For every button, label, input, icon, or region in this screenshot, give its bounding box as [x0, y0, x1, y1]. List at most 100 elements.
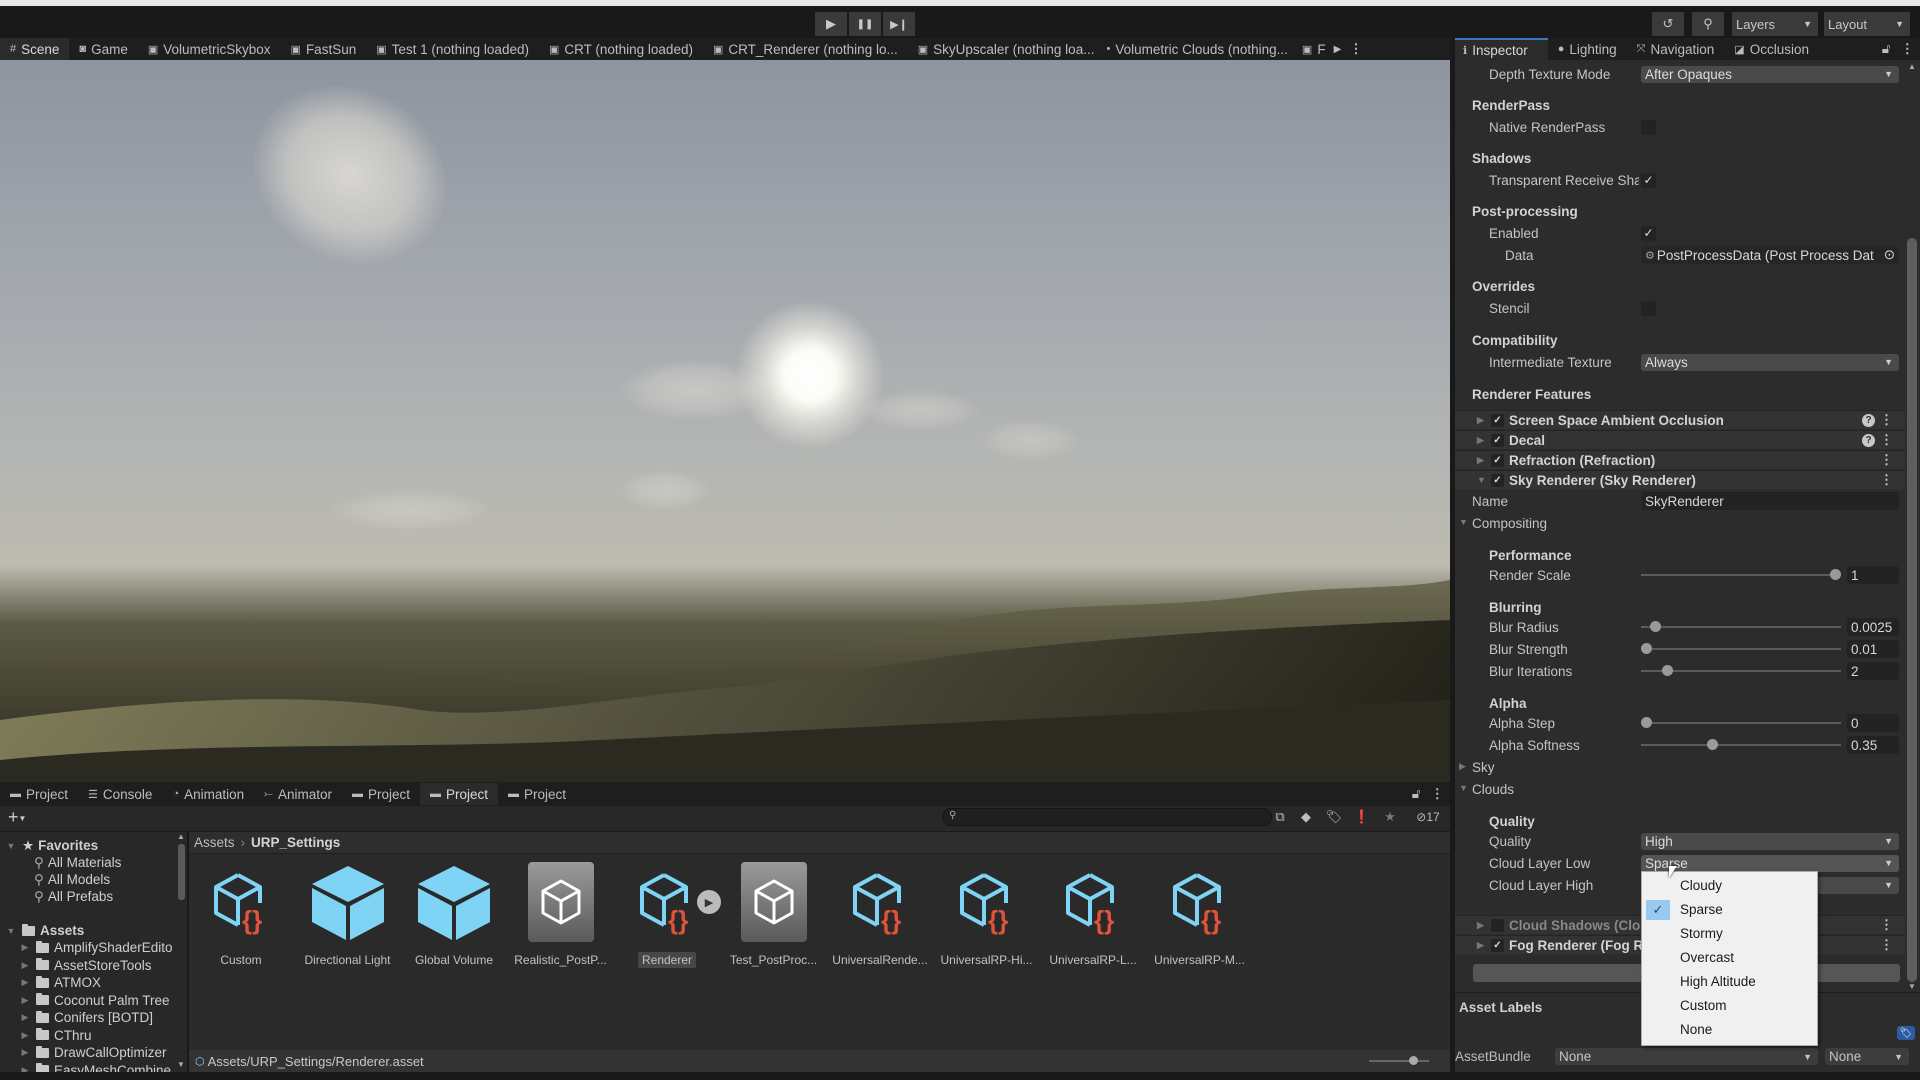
step-button[interactable]: ▶❙ [883, 12, 915, 36]
scroll-up-icon[interactable]: ▲ [1908, 62, 1916, 71]
warning-filter-icon[interactable]: ❗ [1350, 808, 1374, 826]
inspector-menu-button[interactable]: ⋮ [1895, 38, 1920, 60]
expand-caret-icon[interactable]: ▶ [18, 960, 32, 971]
asset-item[interactable]: {} UniversalRP-M... [1148, 862, 1252, 968]
feature-checkbox[interactable]: ✓ [1491, 453, 1504, 467]
clouds-foldout[interactable]: Clouds [1472, 782, 1514, 797]
asset-item[interactable]: {} Custom [189, 862, 293, 968]
native-renderpass-checkbox[interactable] [1641, 119, 1656, 135]
feature-checkbox[interactable]: ✓ [1491, 473, 1504, 487]
favorites-node[interactable]: ▼ ★ Favorites [4, 837, 99, 854]
option-cloudy[interactable]: Cloudy [1680, 878, 1722, 893]
expand-caret-icon[interactable]: ▶ [18, 1047, 32, 1058]
asset-item[interactable]: {} UniversalRP-Hi... [935, 862, 1039, 968]
breadcrumb-assets[interactable]: Assets [194, 835, 235, 850]
expand-caret-icon[interactable]: ▶ [18, 1030, 32, 1041]
feature-sky-renderer[interactable]: ▼ ✓ Sky Renderer (Sky Renderer) ⋮ [1455, 470, 1905, 489]
favorite-star-icon[interactable]: ★ [1378, 808, 1402, 826]
tab-animator[interactable]: ⤚ Animator [254, 783, 342, 805]
feature-decal[interactable]: ▶ ✓ Decal? ⋮ [1455, 430, 1905, 449]
kebab-menu-icon[interactable]: ⋮ [1880, 412, 1893, 428]
history-button[interactable]: ↺ [1652, 12, 1684, 36]
feature-checkbox[interactable]: ✓ [1491, 433, 1504, 447]
collapse-caret-icon[interactable]: ▼ [4, 841, 18, 851]
expand-caret-icon[interactable]: ▶ [1477, 415, 1484, 426]
intermediate-texture-dropdown[interactable]: Always ▼ [1641, 353, 1899, 371]
feature-checkbox[interactable]: ✓ [1491, 938, 1504, 952]
kebab-menu-icon[interactable]: ⋮ [1880, 432, 1893, 448]
tab-project-4[interactable]: ▬ Project [498, 783, 576, 805]
expand-caret-icon[interactable]: ▶ [1477, 940, 1484, 951]
search-button[interactable]: ⚲ [1692, 12, 1724, 36]
assetbundle-dropdown[interactable]: None ▼ [1555, 1048, 1818, 1065]
project-menu-button[interactable]: ⋮ [1425, 783, 1451, 805]
option-none[interactable]: None [1680, 1022, 1712, 1037]
kebab-menu-icon[interactable]: ⋮ [1880, 452, 1893, 468]
option-high-altitude[interactable]: High Altitude [1680, 974, 1756, 989]
alpha-softness-input[interactable]: 0.35 [1847, 736, 1899, 754]
slider-knob[interactable] [1661, 665, 1673, 676]
sky-foldout[interactable]: Sky [1472, 760, 1495, 775]
slider-knob[interactable] [1409, 1056, 1418, 1065]
pp-enabled-checkbox[interactable]: ✓ [1641, 225, 1656, 241]
add-asset-button[interactable]: +▼ [8, 807, 26, 828]
layout-dropdown[interactable]: Layout ▼ [1824, 12, 1910, 36]
expand-caret-icon[interactable]: ▶ [18, 977, 32, 988]
search-scope-button[interactable]: ⧉ [1268, 808, 1292, 826]
folder-node[interactable]: ▶ Coconut Palm Tree [18, 992, 170, 1009]
name-input[interactable]: SkyRenderer [1641, 492, 1899, 510]
assetbundle-variant-dropdown[interactable]: None ▼ [1825, 1048, 1909, 1065]
blur-iterations-input[interactable]: 2 [1847, 662, 1899, 680]
expand-caret-icon[interactable]: ▶ [1459, 761, 1466, 772]
tab-occlusion[interactable]: ◪ Occlusion [1724, 38, 1819, 60]
tab-project[interactable]: ▬ Project [0, 783, 78, 805]
asset-item[interactable]: Realistic_PostP... [509, 862, 613, 968]
asset-item[interactable]: {} UniversalRP-L... [1041, 862, 1145, 968]
breadcrumb-urp-settings[interactable]: URP_Settings [251, 835, 340, 850]
help-icon[interactable]: ? [1862, 433, 1875, 447]
tab-menu-button[interactable]: ⋮ [1345, 38, 1367, 60]
option-overcast[interactable]: Overcast [1680, 950, 1734, 965]
feature-refraction[interactable]: ▶ ✓ Refraction (Refraction) ⋮ [1455, 450, 1905, 469]
tag-icon[interactable]: 🏷︎ [1897, 1026, 1915, 1040]
blur-radius-slider[interactable] [1641, 621, 1841, 632]
compositing-foldout[interactable]: Compositing [1472, 516, 1547, 531]
tab-scroll-right-button[interactable]: ▶ [1330, 38, 1346, 60]
tab-crt[interactable]: ▣ CRT (nothing loaded) [539, 38, 703, 60]
tab-scene[interactable]: # Scene [0, 38, 70, 60]
lock-button[interactable]: 🔓︎ [1408, 783, 1425, 805]
object-picker-icon[interactable]: ⊙ [1884, 247, 1895, 263]
pause-button[interactable]: ❚❚ [849, 12, 881, 36]
tab-game[interactable]: ◙ Game [69, 38, 137, 60]
cloud-layer-low-dropdown[interactable]: Sparse ▼ [1641, 854, 1899, 872]
expand-caret-icon[interactable]: ▶ [1477, 920, 1484, 931]
tab-inspector[interactable]: ℹ Inspector [1455, 38, 1548, 60]
layers-dropdown[interactable]: Layers ▼ [1732, 12, 1818, 36]
play-button[interactable]: ▶ [815, 12, 847, 36]
inspector-scrollbar[interactable] [1907, 238, 1917, 982]
folder-node[interactable]: ▶ DrawCallOptimizer [18, 1044, 167, 1061]
folder-node[interactable]: ▶ AssetStoreTools [18, 957, 152, 974]
feature-checkbox[interactable]: ✓ [1491, 413, 1504, 427]
asset-item[interactable]: Global Volume [402, 862, 506, 968]
option-stormy[interactable]: Stormy [1680, 926, 1723, 941]
option-sparse[interactable]: Sparse [1680, 902, 1723, 917]
blur-strength-input[interactable]: 0.01 [1847, 640, 1899, 658]
tab-project-2[interactable]: ▬ Project [342, 783, 420, 805]
slider-knob[interactable] [1641, 643, 1652, 654]
expand-caret-icon[interactable]: ▶ [18, 942, 32, 953]
quality-dropdown[interactable]: High ▼ [1641, 832, 1899, 850]
tab-navigation[interactable]: ⤧ Navigation [1627, 38, 1725, 60]
asset-item[interactable]: Directional Light [296, 862, 400, 968]
feature-ssao[interactable]: ▶ ✓ Screen Space Ambient Occlusion? ⋮ [1455, 410, 1905, 429]
tab-project-3[interactable]: ▬ Project [420, 783, 499, 805]
blur-iterations-slider[interactable] [1641, 665, 1841, 676]
depth-texture-dropdown[interactable]: After Opaques ▼ [1641, 65, 1899, 83]
slider-knob[interactable] [1641, 717, 1652, 728]
feature-checkbox[interactable] [1491, 918, 1504, 932]
filter-by-type-icon[interactable]: ◆ [1294, 808, 1318, 826]
assets-node[interactable]: ▼ Assets [4, 922, 85, 939]
asset-item[interactable]: Test_PostProc... [722, 862, 826, 968]
tab-volumetric-clouds[interactable]: • Volumetric Clouds (nothing... [1104, 38, 1297, 60]
expand-caret-icon[interactable]: ▶ [1477, 435, 1484, 446]
